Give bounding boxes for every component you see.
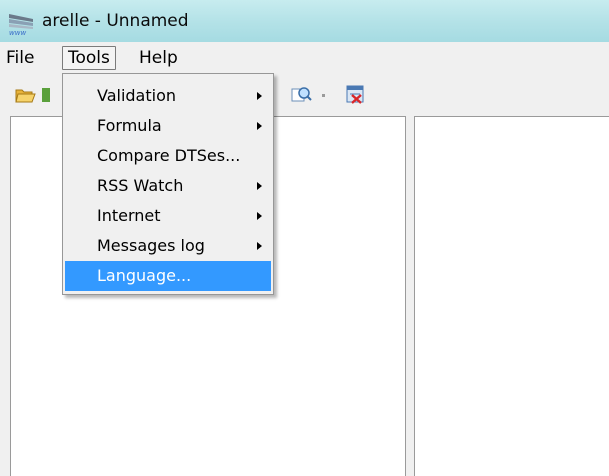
arelle-app-icon: www [9,14,33,36]
menu-help[interactable]: Help [136,47,181,69]
menu-item-language[interactable]: Language... [65,261,271,291]
open-folder-icon[interactable] [14,84,36,106]
submenu-arrow-icon [257,212,262,220]
menu-item-compare-dtses[interactable]: Compare DTSes... [65,141,271,171]
menu-item-label: RSS Watch [97,176,184,195]
menu-item-label: Internet [97,206,161,225]
submenu-arrow-icon [257,92,262,100]
menu-item-label: Language... [97,266,192,285]
toolbar-separator [322,94,325,97]
menu-item-messages-log[interactable]: Messages log [65,231,271,261]
menu-item-formula[interactable]: Formula [65,111,271,141]
menu-item-internet[interactable]: Internet [65,201,271,231]
submenu-arrow-icon [257,122,262,130]
svg-text:www: www [9,29,26,36]
title-bar[interactable]: www arelle - Unnamed [0,0,609,42]
tools-dropdown-menu: Validation Formula Compare DTSes... RSS … [62,73,274,295]
menu-item-label: Formula [97,116,162,135]
close-view-icon[interactable] [344,83,366,105]
menu-item-label: Validation [97,86,177,105]
submenu-arrow-icon [257,182,262,190]
menu-item-label: Compare DTSes... [97,146,241,165]
menu-item-validation[interactable]: Validation [65,81,271,111]
menu-tools[interactable]: Tools [62,46,116,70]
menu-file[interactable]: File [3,47,37,69]
right-pane[interactable] [414,116,609,476]
menu-bar: File Tools Help [0,42,609,72]
new-icon[interactable] [40,84,52,106]
submenu-arrow-icon [257,242,262,250]
menu-item-rss-watch[interactable]: RSS Watch [65,171,271,201]
window-title: arelle - Unnamed [42,11,189,31]
menu-item-label: Messages log [97,236,205,255]
find-icon[interactable] [290,84,312,106]
